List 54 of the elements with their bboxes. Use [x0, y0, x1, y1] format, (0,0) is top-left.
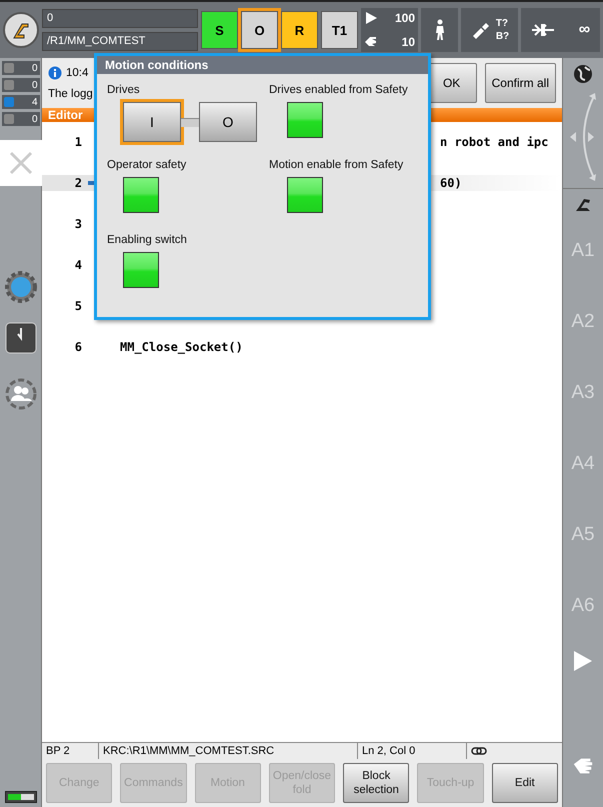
code-line: MM_Close_Socket()	[119, 340, 243, 354]
status-button[interactable]: R	[281, 11, 318, 49]
clock-icon	[4, 322, 36, 354]
status-button[interactable]: S	[201, 11, 238, 49]
override-panel[interactable]: 100 10	[361, 8, 418, 52]
indicator-label: Motion enable from Safety	[269, 159, 404, 171]
program-override: 100	[394, 11, 415, 25]
message-counter[interactable]: 4	[2, 95, 40, 109]
line-number: 3	[74, 217, 83, 231]
indicator-label: Enabling switch	[107, 234, 188, 246]
info-icon	[48, 66, 62, 80]
message-text: The logg	[48, 88, 93, 100]
base-label: B?	[496, 30, 510, 43]
tool-base-button[interactable]: T? B?	[461, 8, 518, 52]
line-number: 6	[74, 340, 83, 354]
line-number: 1	[74, 135, 83, 149]
softkey-button[interactable]: Edit	[492, 763, 558, 803]
confirm-all-button[interactable]: Confirm all	[484, 63, 556, 103]
line-number: 4	[74, 258, 83, 272]
line-number: 5	[74, 299, 83, 313]
gear-icon	[4, 270, 38, 304]
arrows-icon	[530, 23, 555, 37]
program-path: /R1/MM_COMTEST	[42, 32, 198, 51]
battery-icon	[4, 791, 36, 803]
robot-logo-icon[interactable]	[3, 12, 39, 48]
softkey-button[interactable]: Block selection	[343, 763, 410, 803]
play-icon	[572, 649, 594, 673]
message-counter[interactable]: 0	[2, 78, 40, 92]
drives-toggle-button[interactable]: I	[123, 102, 181, 142]
increment-button[interactable]: ∞	[521, 8, 600, 52]
play-icon	[364, 11, 378, 25]
code-line: n robot and ipc	[439, 135, 548, 149]
drives-toggle-button[interactable]: O	[199, 102, 257, 142]
jog-mode-button[interactable]	[421, 8, 458, 52]
link-icon	[471, 746, 487, 756]
status-value: 0	[42, 9, 198, 28]
message-time: 10:4	[66, 67, 88, 79]
code-line: 60)	[439, 176, 462, 190]
increment-value: ∞	[578, 21, 590, 39]
status-button[interactable]: T1	[321, 11, 358, 49]
hand-icon	[364, 36, 378, 48]
status-button[interactable]: O	[241, 11, 278, 49]
drives-label: Drives	[107, 84, 141, 96]
connector-bar	[181, 118, 199, 126]
line-number: 2	[74, 176, 83, 190]
tool-label: T?	[496, 17, 510, 30]
dialog-title: Motion conditions	[97, 56, 428, 74]
close-icon	[8, 150, 34, 176]
message-counter[interactable]: 0	[2, 61, 40, 75]
indicator-label: Operator safety	[107, 159, 188, 171]
indicator-label: Drives enabled from Safety	[269, 84, 409, 96]
message-counter[interactable]: 0	[2, 112, 40, 126]
users-icon	[4, 378, 36, 410]
jog-override: 10	[400, 35, 415, 49]
